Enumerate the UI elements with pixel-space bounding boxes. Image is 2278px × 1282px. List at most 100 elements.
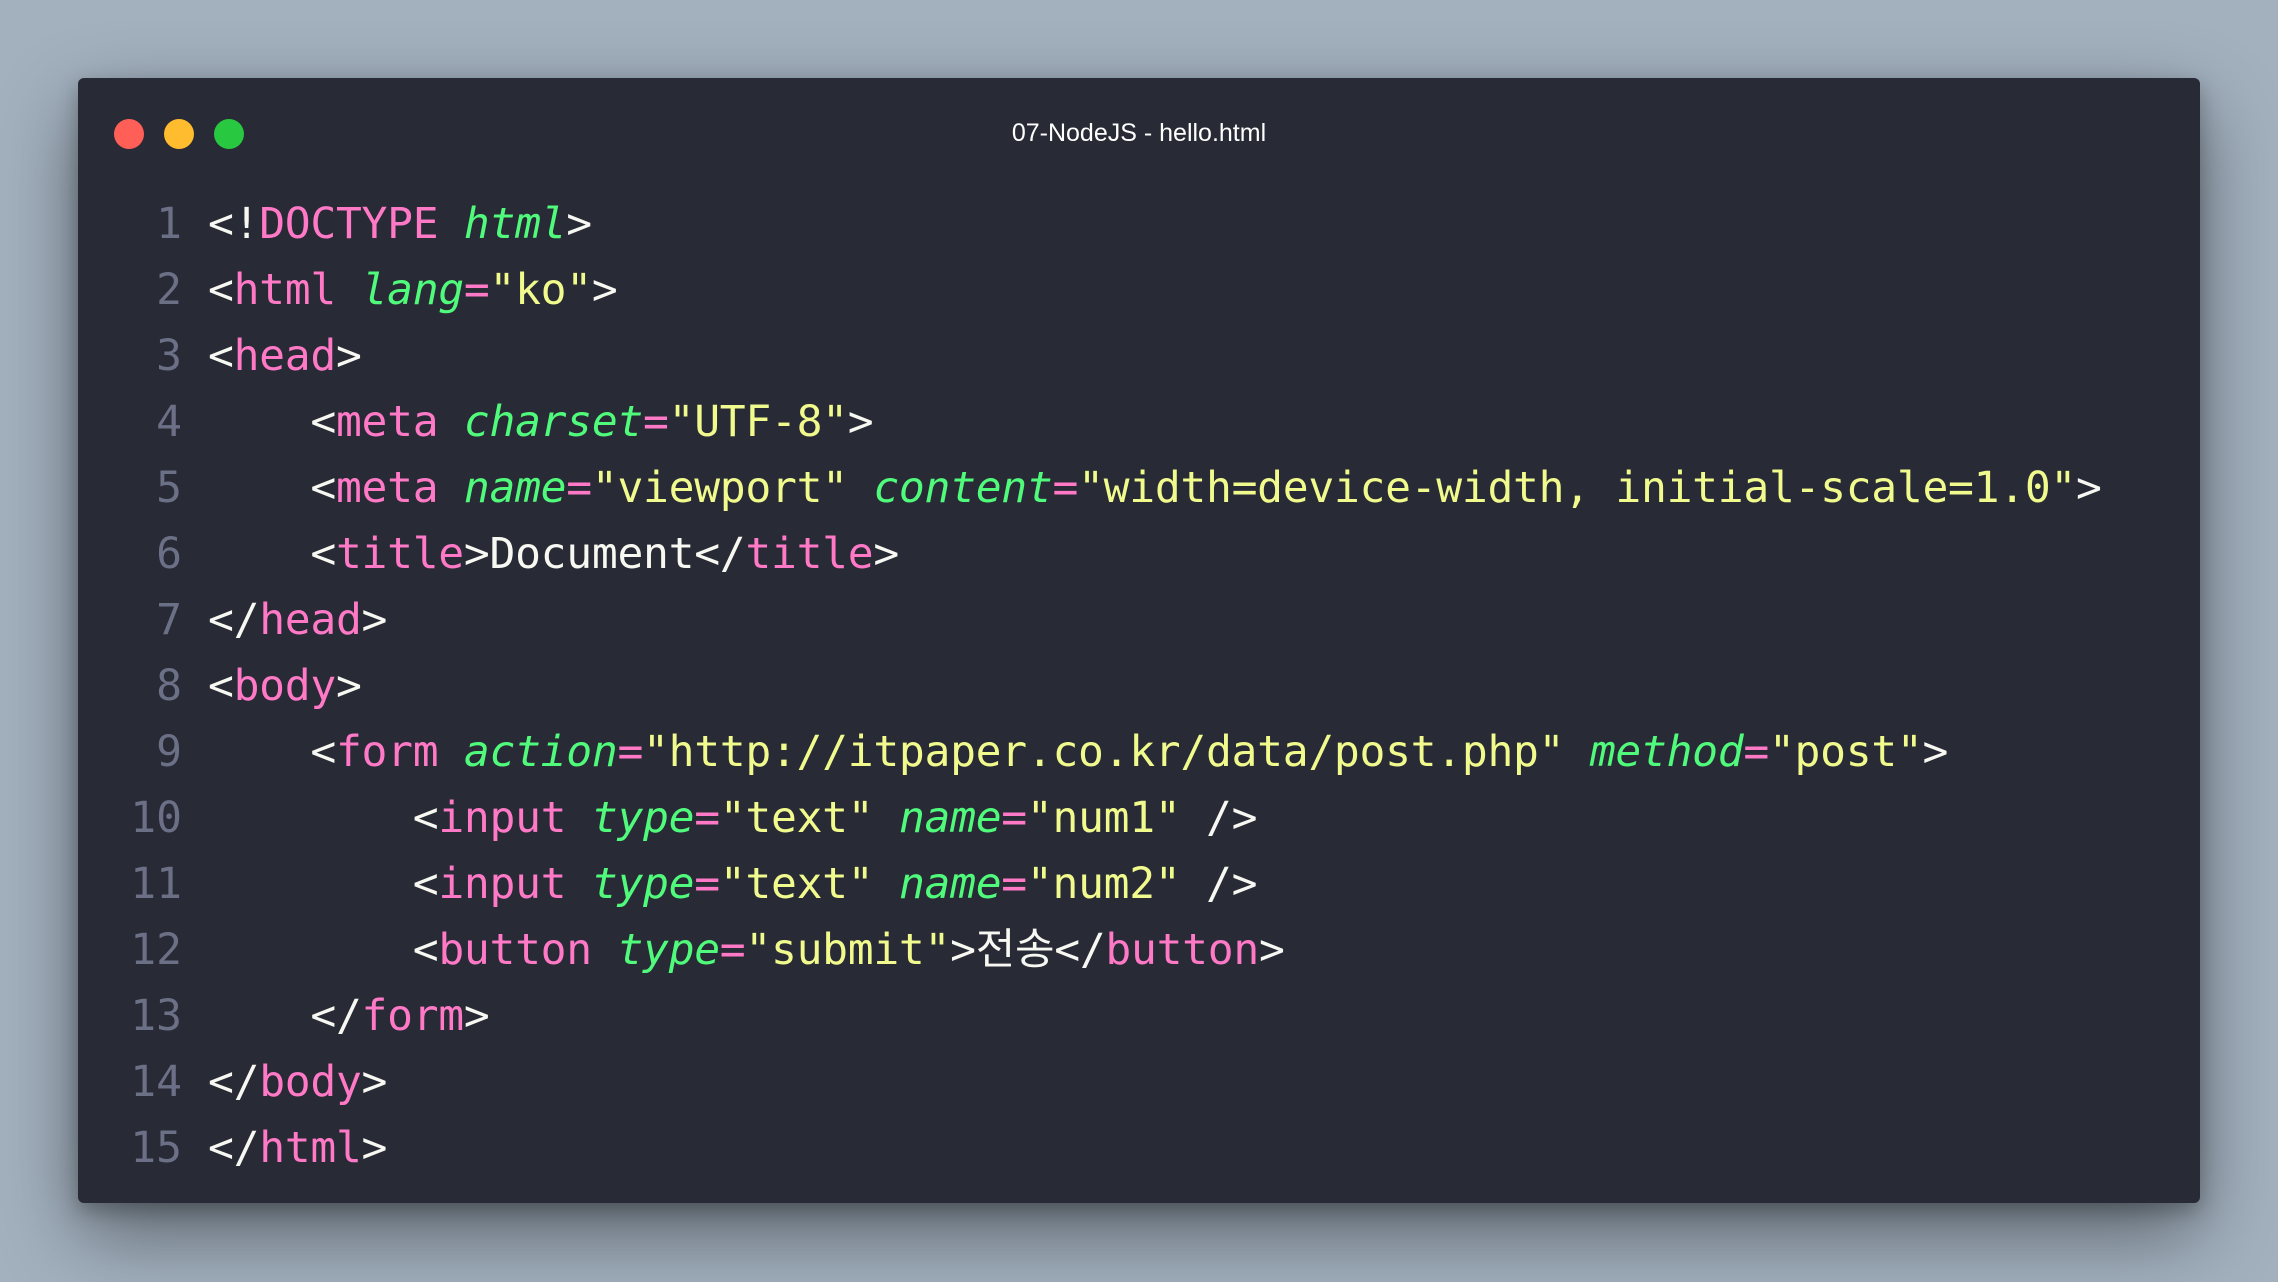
code-token-tag: input xyxy=(438,859,567,909)
code-line[interactable]: 5 <meta name="viewport" content="width=d… xyxy=(78,455,2200,521)
code-token-str: "text" xyxy=(719,793,874,843)
code-line[interactable]: 13 </form> xyxy=(78,983,2200,1049)
code-token-punct: > xyxy=(591,265,618,315)
code-token-str: "UTF-8" xyxy=(668,397,848,447)
code-line[interactable]: 6 <title>Document</title> xyxy=(78,521,2200,587)
line-number: 12 xyxy=(130,925,182,975)
code-token-attr: content xyxy=(873,463,1053,513)
code-token-op: = xyxy=(566,463,592,513)
window-title: 07-NodeJS - hello.html xyxy=(1011,119,1267,147)
code-token-punct: > xyxy=(361,595,388,645)
code-token-tag: form xyxy=(335,727,439,777)
code-token-tag: meta xyxy=(335,397,439,447)
code-line[interactable]: 8 <body> xyxy=(78,653,2200,719)
code-token-punct: < xyxy=(412,793,439,843)
code-area[interactable]: 1 <!DOCTYPE html> 2 <html lang="ko"> 3 <head>… xyxy=(78,191,2200,1181)
line-content: <form action="http://itpaper.co.kr/data/… xyxy=(182,719,2200,785)
code-token-punct: /> xyxy=(1206,793,1258,843)
code-line[interactable]: 4 <meta charset="UTF-8"> xyxy=(78,389,2200,455)
code-token-str: "submit" xyxy=(745,925,951,975)
code-token-str: "text" xyxy=(719,859,874,909)
code-token-punct: > xyxy=(361,1123,388,1173)
code-token-op: = xyxy=(643,397,669,447)
code-token-punct: < xyxy=(208,265,234,315)
line-number: 1 xyxy=(156,199,182,249)
code-token-attr: name xyxy=(463,463,567,513)
code-token-attr: type xyxy=(591,859,695,909)
code-line[interactable]: 12 <button type="submit">전송</button> xyxy=(78,917,2200,983)
code-token-punct: <! xyxy=(208,199,260,249)
code-token-str: "ko" xyxy=(489,265,593,315)
code-token-attr: type xyxy=(591,793,695,843)
line-content: <meta charset="UTF-8"> xyxy=(182,389,2200,455)
code-token-punct: > xyxy=(361,1057,388,1107)
code-line[interactable]: 11 <input type="text" name="num2" /> xyxy=(78,851,2200,917)
line-number: 4 xyxy=(156,397,182,447)
code-token-attr: name xyxy=(898,793,1002,843)
code-line[interactable]: 10 <input type="text" name="num1" /> xyxy=(78,785,2200,851)
code-token-attr: html xyxy=(463,199,567,249)
line-number: 15 xyxy=(130,1123,182,1173)
line-number: 11 xyxy=(130,859,182,909)
line-number: 5 xyxy=(156,463,182,513)
code-token-op: = xyxy=(1052,463,1079,513)
code-token-punct: > xyxy=(566,199,592,249)
code-token-punct: > xyxy=(847,397,874,447)
code-token-punct: </ xyxy=(694,529,746,579)
code-token-op: = xyxy=(719,925,746,975)
code-token-punct: < xyxy=(208,331,234,381)
code-token-punct: > xyxy=(335,661,362,711)
code-token-tag: form xyxy=(361,991,465,1041)
code-line[interactable]: 15 </html> xyxy=(78,1115,2200,1181)
code-token-punct: </ xyxy=(1054,925,1106,975)
code-line[interactable]: 9 <form action="http://itpaper.co.kr/dat… xyxy=(78,719,2200,785)
editor-window: 07-NodeJS - hello.html 1 <!DOCTYPE html> 2… xyxy=(78,78,2200,1203)
line-number: 3 xyxy=(156,331,182,381)
line-content: </html> xyxy=(182,1115,2200,1181)
line-content: <input type="text" name="num2" /> xyxy=(182,851,2200,917)
line-number: 7 xyxy=(156,595,182,645)
code-token-attr: type xyxy=(617,925,720,975)
line-number: 2 xyxy=(156,265,182,315)
code-token-op: = xyxy=(694,793,720,843)
code-line[interactable]: 7 </head> xyxy=(78,587,2200,653)
code-line[interactable]: 1 <!DOCTYPE html> xyxy=(78,191,2200,257)
code-token-punct: > xyxy=(463,991,490,1041)
code-token-attr: charset xyxy=(463,397,644,447)
code-token-str: "num1" xyxy=(1026,793,1181,843)
code-line[interactable]: 3 <head> xyxy=(78,323,2200,389)
line-content: </form> xyxy=(182,983,2200,1049)
code-token-tag: button xyxy=(438,925,592,975)
line-content: <title>Document</title> xyxy=(182,521,2200,587)
code-token-tag: body xyxy=(259,1057,362,1107)
code-line[interactable]: 14 </body> xyxy=(78,1049,2200,1115)
code-token-op: = xyxy=(617,727,644,777)
code-token-text: 전송 xyxy=(975,925,1055,975)
line-content: </body> xyxy=(182,1049,2200,1115)
code-token-punct: < xyxy=(310,727,336,777)
code-token-punct: < xyxy=(310,463,336,513)
line-content: <head> xyxy=(182,323,2200,389)
line-number: 13 xyxy=(130,991,182,1041)
code-token-punct: > xyxy=(463,529,490,579)
code-line[interactable]: 2 <html lang="ko"> xyxy=(78,257,2200,323)
code-token-op: = xyxy=(1743,727,1769,777)
code-token-tag: body xyxy=(233,661,337,711)
code-token-tag: head xyxy=(259,595,362,645)
